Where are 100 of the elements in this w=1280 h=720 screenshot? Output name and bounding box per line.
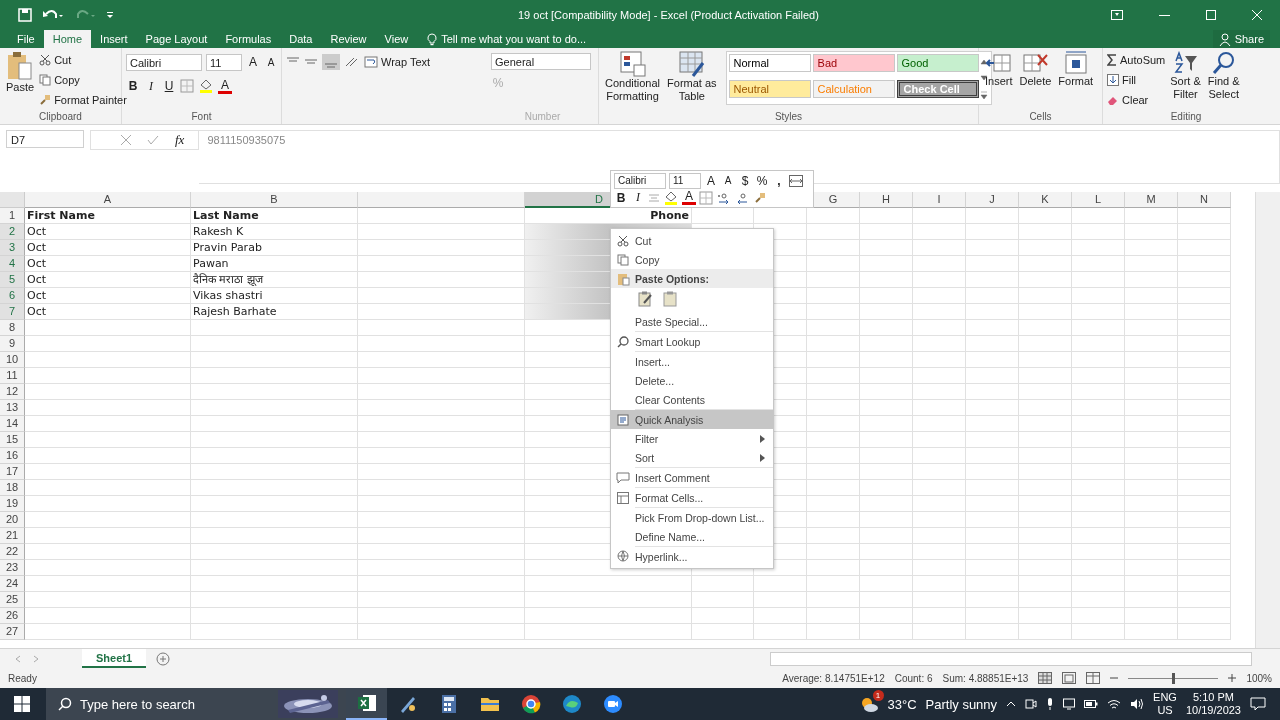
menu-item[interactable]: Copy <box>611 250 773 269</box>
row-header[interactable]: 27 <box>0 624 25 640</box>
row-header[interactable]: 17 <box>0 464 25 480</box>
menu-item[interactable]: Sort <box>611 448 773 467</box>
orientation-icon[interactable] <box>344 56 360 68</box>
insert-cells-button[interactable]: Insert <box>983 51 1015 88</box>
row-header[interactable]: 3 <box>0 240 25 256</box>
italic-button[interactable]: I <box>144 78 158 94</box>
menu-item[interactable]: Pick From Drop-down List... <box>611 508 773 527</box>
wifi-icon[interactable] <box>1107 698 1122 710</box>
ribbon-tab[interactable]: Insert <box>91 30 137 48</box>
zoom-thumb[interactable] <box>1172 672 1176 684</box>
name-box[interactable]: D7 <box>6 130 84 148</box>
menu-item[interactable]: Cut <box>611 231 773 250</box>
font-size-field[interactable]: 11 <box>669 172 701 189</box>
row-header[interactable]: 7 <box>0 304 25 320</box>
chevron-up-icon[interactable] <box>1006 701 1017 707</box>
column-header[interactable]: M <box>1125 192 1178 208</box>
merge-icon[interactable] <box>789 174 803 187</box>
page-layout-icon[interactable] <box>1062 672 1077 684</box>
column-header[interactable]: B <box>191 192 358 208</box>
ribbon-tab[interactable]: View <box>375 30 418 48</box>
font-color-button[interactable]: A <box>218 78 232 94</box>
grow-font-button[interactable]: A <box>246 55 260 69</box>
battery-icon[interactable] <box>1084 700 1099 708</box>
column-header[interactable]: N <box>1178 192 1231 208</box>
autosum-button[interactable]: AutoSum <box>1107 51 1166 69</box>
format-as-table-button[interactable]: Format as Table <box>665 51 719 103</box>
number-format-field[interactable]: General <box>491 53 591 70</box>
menu-item[interactable]: Insert Comment <box>611 468 773 487</box>
row-header[interactable]: 24 <box>0 576 25 592</box>
row-header[interactable]: 6 <box>0 288 25 304</box>
customize-icon[interactable] <box>106 10 114 20</box>
menu-item[interactable]: Delete... <box>611 371 773 390</box>
region-text[interactable]: US <box>1157 704 1173 717</box>
menu-item[interactable]: Smart Lookup <box>611 332 773 351</box>
wrap-text-button[interactable]: Wrap Text <box>364 53 431 71</box>
row-header[interactable]: 4 <box>0 256 25 272</box>
underline-button[interactable]: U <box>162 79 176 93</box>
taskbar-app[interactable] <box>346 688 387 720</box>
menu-item[interactable]: Filter <box>611 429 773 448</box>
sheet-tab[interactable]: Sheet1 <box>82 649 147 668</box>
column-header[interactable]: K <box>1019 192 1072 208</box>
language-text[interactable]: ENG <box>1153 691 1177 704</box>
fill-button[interactable]: Fill <box>1107 71 1166 89</box>
shrink-font-button[interactable]: A <box>264 56 278 68</box>
cell-style[interactable]: Good <box>896 54 979 72</box>
tell-me-field[interactable]: Tell me what you want to do... <box>427 30 587 48</box>
copy-button[interactable]: Copy <box>39 71 127 89</box>
font-name-field[interactable]: Calibri <box>126 53 202 71</box>
row-header[interactable]: 20 <box>0 512 25 528</box>
row-header[interactable]: 9 <box>0 336 25 352</box>
fill-color-icon[interactable] <box>198 79 214 93</box>
ribbon-tab[interactable]: File <box>8 30 44 48</box>
maximize-icon[interactable] <box>1206 10 1216 20</box>
format-painter-button[interactable]: Format Painter <box>39 91 127 109</box>
menu-item[interactable]: Clear Contents <box>611 390 773 409</box>
cell-style[interactable]: Neutral <box>728 79 811 98</box>
row-header[interactable]: 19 <box>0 496 25 512</box>
row-header[interactable]: 14 <box>0 416 25 432</box>
row-header[interactable]: 16 <box>0 448 25 464</box>
ribbon-tab[interactable]: Page Layout <box>136 30 217 48</box>
bold-button[interactable]: B <box>614 190 628 205</box>
column-header[interactable]: A <box>25 192 191 208</box>
time-text[interactable]: 5:10 PM <box>1193 691 1234 704</box>
row-header[interactable]: 23 <box>0 560 25 576</box>
ribbon-tab[interactable]: Formulas <box>216 30 281 48</box>
fill-color-icon[interactable] <box>663 190 679 205</box>
zoom-in-icon[interactable] <box>1228 674 1237 682</box>
column-header[interactable]: H <box>860 192 913 208</box>
delete-cells-button[interactable]: Delete <box>1017 51 1054 88</box>
conditional-formatting-button[interactable]: Conditional Formatting <box>603 51 663 103</box>
speaker-icon[interactable] <box>1130 698 1145 710</box>
row-header[interactable]: 26 <box>0 608 25 624</box>
row-header[interactable]: 10 <box>0 352 25 368</box>
row-header[interactable]: 1 <box>0 208 25 224</box>
row-header[interactable]: 18 <box>0 480 25 496</box>
horizontal-scrollbar[interactable] <box>770 651 1253 666</box>
close-icon[interactable] <box>1252 10 1262 20</box>
menu-item[interactable]: Define Name... <box>611 527 773 546</box>
paste-button[interactable]: Paste <box>4 51 37 94</box>
shrink-font-button[interactable]: A <box>721 175 735 186</box>
vertical-scrollbar[interactable] <box>1255 192 1280 648</box>
menu-item[interactable]: Hyperlink... <box>611 547 773 566</box>
ribbon-tab[interactable]: Home <box>43 30 92 48</box>
date-text[interactable]: 10/19/2023 <box>1185 704 1241 717</box>
temperature-text[interactable]: 33°C <box>887 696 917 712</box>
cell-style[interactable]: Normal <box>728 54 811 72</box>
menu-item[interactable]: Insert... <box>611 352 773 371</box>
paste-option-icon[interactable] <box>637 291 653 307</box>
meet-icon[interactable] <box>1025 698 1038 710</box>
format-cells-button[interactable]: Format <box>1056 51 1096 88</box>
menu-item[interactable]: Quick Analysis <box>611 410 773 429</box>
row-header[interactable]: 22 <box>0 544 25 560</box>
column-header[interactable]: J <box>966 192 1019 208</box>
italic-button[interactable]: I <box>631 190 645 205</box>
row-header[interactable]: 12 <box>0 384 25 400</box>
column-header[interactable]: I <box>913 192 966 208</box>
row-header[interactable]: 8 <box>0 320 25 336</box>
font-size-field[interactable]: 11 <box>206 53 242 71</box>
